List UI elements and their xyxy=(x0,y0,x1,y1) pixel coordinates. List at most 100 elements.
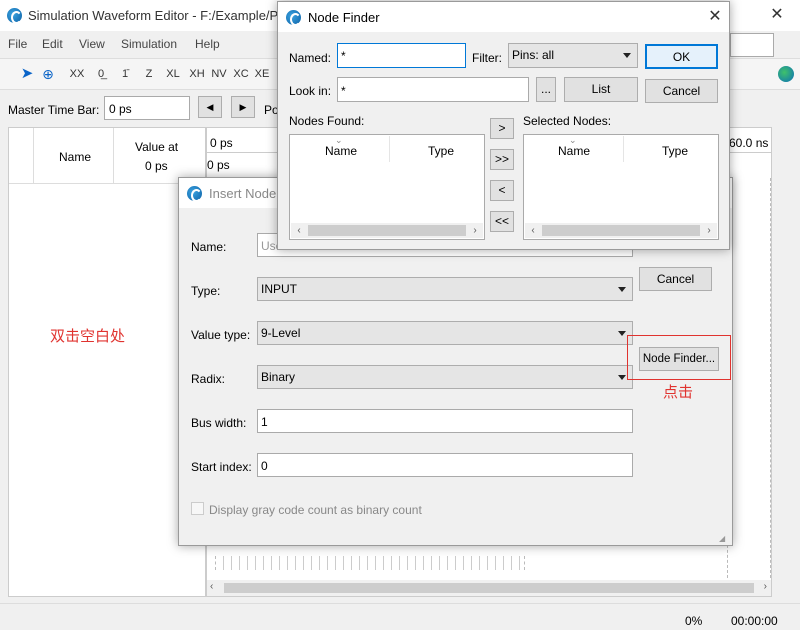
move-one-right-button[interactable]: > xyxy=(490,118,514,139)
weak-high-icon[interactable]: XH xyxy=(188,65,206,83)
name-label: Name: xyxy=(191,240,227,254)
chevron-down-icon xyxy=(618,331,626,336)
nodes-found-name-header[interactable]: Name xyxy=(325,144,357,158)
scroll-left-icon[interactable]: ‹ xyxy=(525,223,541,238)
selected-nodes-list[interactable]: ⌄ Name Type ‹ › xyxy=(523,134,719,240)
timeline-start-label: 0 ps xyxy=(210,136,233,150)
radix-select-value: Binary xyxy=(261,370,296,384)
master-time-bar-label: Master Time Bar: xyxy=(8,103,100,117)
value-column-header[interactable]: Value at xyxy=(135,140,178,154)
value-type-select[interactable]: 9-Level xyxy=(257,321,633,345)
unknown-value-icon[interactable]: XX xyxy=(68,65,86,83)
move-one-left-button[interactable]: < xyxy=(490,180,514,201)
node-finder-button[interactable]: Node Finder... xyxy=(639,347,719,371)
node-finder-cancel-button[interactable]: Cancel xyxy=(645,79,718,103)
filter-select[interactable]: Pins: all xyxy=(508,43,638,68)
main-search-field[interactable] xyxy=(730,33,774,57)
node-finder-dialog: Node Finder ✕ Named: * Filter: Pins: all… xyxy=(277,1,730,250)
force-low-icon[interactable]: 0̲ xyxy=(92,65,110,83)
insert-node-cancel-button[interactable]: Cancel xyxy=(639,267,712,291)
globe-icon[interactable] xyxy=(778,66,794,82)
gray-code-checkbox[interactable] xyxy=(191,502,204,515)
menu-edit[interactable]: Edit xyxy=(42,37,63,51)
selected-nodes-name-header[interactable]: Name xyxy=(558,144,590,158)
high-impedance-icon[interactable]: Z xyxy=(140,65,158,83)
force-high-icon[interactable]: 1̄ xyxy=(116,65,134,83)
click-annotation: 点击 xyxy=(663,383,694,401)
status-progress: 0% xyxy=(685,614,703,628)
menu-view[interactable]: View xyxy=(79,37,105,51)
scroll-left-icon[interactable]: ‹ xyxy=(210,581,213,592)
scrollbar-thumb[interactable] xyxy=(542,225,700,236)
scrollbar-thumb[interactable] xyxy=(224,583,754,593)
look-in-label: Look in: xyxy=(289,84,332,98)
type-label: Type: xyxy=(191,284,221,298)
selection-tool-icon[interactable]: ➤ xyxy=(18,65,36,83)
scroll-right-icon[interactable]: › xyxy=(467,223,483,238)
quartus-app-icon xyxy=(7,8,22,24)
scroll-right-icon[interactable]: › xyxy=(701,223,717,238)
waveform-grid-lines xyxy=(215,556,525,570)
timeline-end-label: 60.0 ns xyxy=(729,136,769,150)
master-time-bar-input[interactable]: 0 ps xyxy=(104,96,190,120)
move-all-left-button[interactable]: << xyxy=(490,211,514,232)
selected-nodes-label: Selected Nodes: xyxy=(523,114,612,128)
quartus-app-icon xyxy=(187,186,202,202)
name-column-header[interactable]: Name xyxy=(59,150,91,164)
value-type-label: Value type: xyxy=(191,328,251,342)
menu-file[interactable]: File xyxy=(8,37,27,51)
column-separator xyxy=(389,136,390,162)
quartus-app-icon xyxy=(286,10,301,26)
close-icon[interactable]: ✕ xyxy=(700,2,730,32)
waveform-grid-lines xyxy=(727,178,771,578)
menu-simulation[interactable]: Simulation xyxy=(121,37,177,51)
value-type-select-value: 9-Level xyxy=(261,326,301,340)
scrollbar-thumb[interactable] xyxy=(308,225,466,236)
previous-transition-button[interactable]: ◀ xyxy=(198,96,222,118)
start-index-label: Start index: xyxy=(191,460,252,474)
nodes-found-list[interactable]: ⌄ Name Type ‹ › xyxy=(289,134,485,240)
look-in-input[interactable]: * xyxy=(337,77,529,102)
node-finder-title: Node Finder xyxy=(308,10,380,25)
type-select-value: INPUT xyxy=(261,282,297,296)
move-all-right-button[interactable]: >> xyxy=(490,149,514,170)
header-divider xyxy=(9,183,205,184)
nodes-found-type-header[interactable]: Type xyxy=(428,144,454,158)
filter-select-value: Pins: all xyxy=(512,48,555,62)
menu-help[interactable]: Help xyxy=(195,37,220,51)
column-divider xyxy=(33,128,34,183)
node-finder-title-bar: Node Finder ✕ xyxy=(278,2,729,32)
selected-nodes-type-header[interactable]: Type xyxy=(662,144,688,158)
double-click-annotation: 双击空白处 xyxy=(50,327,126,345)
main-close-icon[interactable]: ✕ xyxy=(762,0,792,30)
invert-icon[interactable]: NV xyxy=(210,65,228,83)
radix-select[interactable]: Binary xyxy=(257,365,633,389)
weak-low-icon[interactable]: XL xyxy=(164,65,182,83)
zoom-tool-icon[interactable]: ⊕ xyxy=(39,65,57,83)
value-column-subheader: 0 ps xyxy=(145,159,168,173)
clock-value-icon[interactable]: XC xyxy=(232,65,250,83)
resize-grip-icon[interactable]: ◢ xyxy=(719,534,729,544)
signal-list-pane[interactable]: Name Value at 0 ps 双击空白处 xyxy=(8,127,206,597)
insert-node-title: Insert Node xyxy=(209,186,277,201)
main-window-title: Simulation Waveform Editor - F:/Example/… xyxy=(28,8,279,23)
ok-button[interactable]: OK xyxy=(645,44,718,69)
scroll-right-icon[interactable]: › xyxy=(764,581,767,592)
type-select[interactable]: INPUT xyxy=(257,277,633,301)
next-transition-button[interactable]: ▶ xyxy=(231,96,255,118)
radix-label: Radix: xyxy=(191,372,226,386)
status-time: 00:00:00 xyxy=(731,614,778,628)
start-index-input[interactable]: 0 xyxy=(257,453,633,477)
named-input[interactable]: * xyxy=(337,43,466,68)
nodes-found-scrollbar[interactable]: ‹ › xyxy=(291,223,483,238)
bus-width-input[interactable]: 1 xyxy=(257,409,633,433)
scroll-left-icon[interactable]: ‹ xyxy=(291,223,307,238)
count-value-icon[interactable]: XE xyxy=(253,65,271,83)
chevron-down-icon xyxy=(618,287,626,292)
list-button[interactable]: List xyxy=(564,77,638,102)
waveform-horizontal-scrollbar[interactable]: ‹ › xyxy=(207,580,771,596)
bus-width-label: Bus width: xyxy=(191,416,247,430)
selected-nodes-scrollbar[interactable]: ‹ › xyxy=(525,223,717,238)
browse-button[interactable]: ... xyxy=(536,77,556,102)
gray-code-label: Display gray code count as binary count xyxy=(209,503,422,517)
